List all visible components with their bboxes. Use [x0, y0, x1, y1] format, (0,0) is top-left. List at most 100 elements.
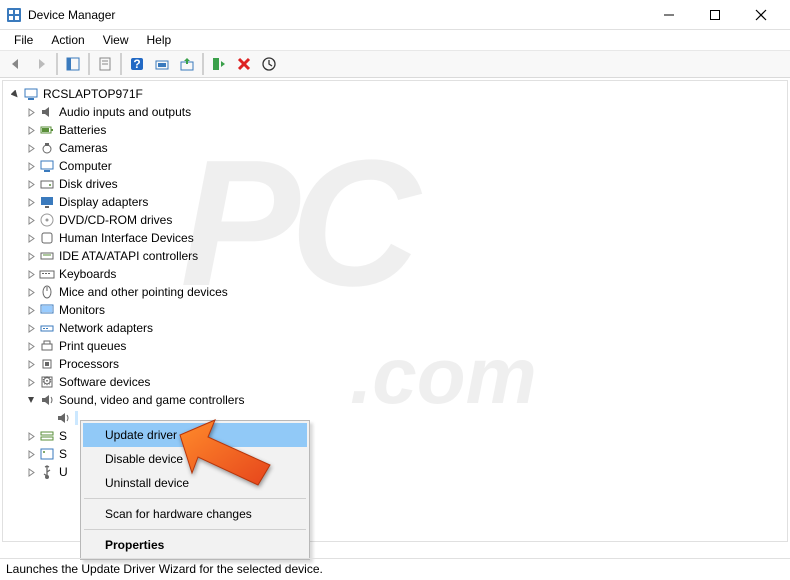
toolbar: ?: [0, 50, 790, 78]
tree-node[interactable]: Keyboards: [5, 265, 785, 283]
tree-node-label: Human Interface Devices: [59, 231, 194, 245]
tree-node[interactable]: Human Interface Devices: [5, 229, 785, 247]
expander-icon[interactable]: [25, 430, 37, 442]
tree-node[interactable]: Disk drives: [5, 175, 785, 193]
sound-icon: [55, 410, 71, 426]
context-scan-hardware[interactable]: Scan for hardware changes: [83, 502, 307, 526]
tree-node[interactable]: Cameras: [5, 139, 785, 157]
minimize-button[interactable]: [646, 0, 692, 30]
tree-node[interactable]: Display adapters: [5, 193, 785, 211]
tree-node[interactable]: Audio inputs and outputs: [5, 103, 785, 121]
keyboard-icon: [39, 266, 55, 282]
system-icon: [39, 446, 55, 462]
tree-node-label: Software devices: [59, 375, 150, 389]
expander-icon[interactable]: [25, 178, 37, 190]
statusbar: Launches the Update Driver Wizard for th…: [0, 558, 790, 580]
tree-node[interactable]: DVD/CD-ROM drives: [5, 211, 785, 229]
expander-icon[interactable]: [25, 358, 37, 370]
tree-node[interactable]: Sound, video and game controllers: [5, 391, 785, 409]
tree-node-label: Keyboards: [59, 267, 116, 281]
toolbar-separator: [56, 53, 58, 75]
expander-icon[interactable]: [25, 106, 37, 118]
spacer: [41, 412, 53, 424]
tree-node[interactable]: Processors: [5, 355, 785, 373]
tree-node-label: Print queues: [59, 339, 126, 353]
toolbar-update-driver-button[interactable]: [175, 52, 199, 76]
svg-text:⚙: ⚙: [42, 374, 53, 388]
menu-help[interactable]: Help: [138, 31, 181, 49]
tree-node[interactable]: Batteries: [5, 121, 785, 139]
tree-node[interactable]: Monitors: [5, 301, 785, 319]
disk-icon: [39, 176, 55, 192]
computer-icon: [39, 158, 55, 174]
monitor-icon: [39, 302, 55, 318]
toolbar-properties-button[interactable]: [93, 52, 117, 76]
window-title: Device Manager: [28, 8, 646, 22]
tree-node[interactable]: IDE ATA/ATAPI controllers: [5, 247, 785, 265]
expander-icon[interactable]: [25, 142, 37, 154]
toolbar-separator: [88, 53, 90, 75]
toolbar-forward-button[interactable]: [29, 52, 53, 76]
expander-icon[interactable]: [25, 268, 37, 280]
computer-icon: [23, 86, 39, 102]
tree-node[interactable]: ⚙ Software devices: [5, 373, 785, 391]
tree-node-label: Batteries: [59, 123, 106, 137]
pointer-arrow-overlay: [160, 415, 280, 495]
expander-icon[interactable]: [25, 214, 37, 226]
tree-node[interactable]: Print queues: [5, 337, 785, 355]
battery-icon: [39, 122, 55, 138]
tree-root[interactable]: RCSLAPTOP971F: [5, 85, 785, 103]
context-properties[interactable]: Properties: [83, 533, 307, 557]
tree-node-label: S: [59, 447, 67, 461]
toolbar-scan-button[interactable]: [150, 52, 174, 76]
software-icon: ⚙: [39, 374, 55, 390]
expander-icon[interactable]: [25, 160, 37, 172]
tree-node-label: Cameras: [59, 141, 108, 155]
expander-icon[interactable]: [25, 250, 37, 262]
expander-icon[interactable]: [25, 232, 37, 244]
toolbar-show-hide-button[interactable]: [61, 52, 85, 76]
tree-root-label: RCSLAPTOP971F: [43, 87, 143, 101]
toolbar-help-button[interactable]: ?: [125, 52, 149, 76]
close-button[interactable]: [738, 0, 784, 30]
expander-icon[interactable]: [9, 88, 21, 100]
camera-icon: [39, 140, 55, 156]
expander-icon[interactable]: [25, 448, 37, 460]
expander-icon[interactable]: [25, 286, 37, 298]
menu-view[interactable]: View: [94, 31, 138, 49]
tree-node[interactable]: Network adapters: [5, 319, 785, 337]
expander-icon[interactable]: [25, 466, 37, 478]
tree-child-label: [75, 411, 78, 425]
expander-icon[interactable]: [25, 124, 37, 136]
titlebar: Device Manager: [0, 0, 790, 30]
tree-node[interactable]: Computer: [5, 157, 785, 175]
maximize-button[interactable]: [692, 0, 738, 30]
menu-divider: [84, 529, 306, 530]
expander-icon[interactable]: [25, 322, 37, 334]
toolbar-uninstall-button[interactable]: [232, 52, 256, 76]
tree-node-label: IDE ATA/ATAPI controllers: [59, 249, 198, 263]
printer-icon: [39, 338, 55, 354]
tree-node-label: Sound, video and game controllers: [59, 393, 244, 407]
menu-action[interactable]: Action: [42, 31, 93, 49]
speaker-icon: [39, 104, 55, 120]
mouse-icon: [39, 284, 55, 300]
tree-node-label: DVD/CD-ROM drives: [59, 213, 172, 227]
toolbar-refresh-button[interactable]: [257, 52, 281, 76]
network-icon: [39, 320, 55, 336]
expander-icon[interactable]: [25, 376, 37, 388]
menu-file[interactable]: File: [5, 31, 42, 49]
expander-icon[interactable]: [25, 340, 37, 352]
tree-node-label: Network adapters: [59, 321, 153, 335]
hid-icon: [39, 230, 55, 246]
expander-icon[interactable]: [25, 304, 37, 316]
tree-node-label: U: [59, 465, 68, 479]
expander-icon[interactable]: [25, 394, 37, 406]
tree-node-label: S: [59, 429, 67, 443]
menubar: File Action View Help: [0, 30, 790, 50]
storage-icon: [39, 428, 55, 444]
toolbar-back-button[interactable]: [4, 52, 28, 76]
toolbar-enable-button[interactable]: [207, 52, 231, 76]
expander-icon[interactable]: [25, 196, 37, 208]
tree-node[interactable]: Mice and other pointing devices: [5, 283, 785, 301]
